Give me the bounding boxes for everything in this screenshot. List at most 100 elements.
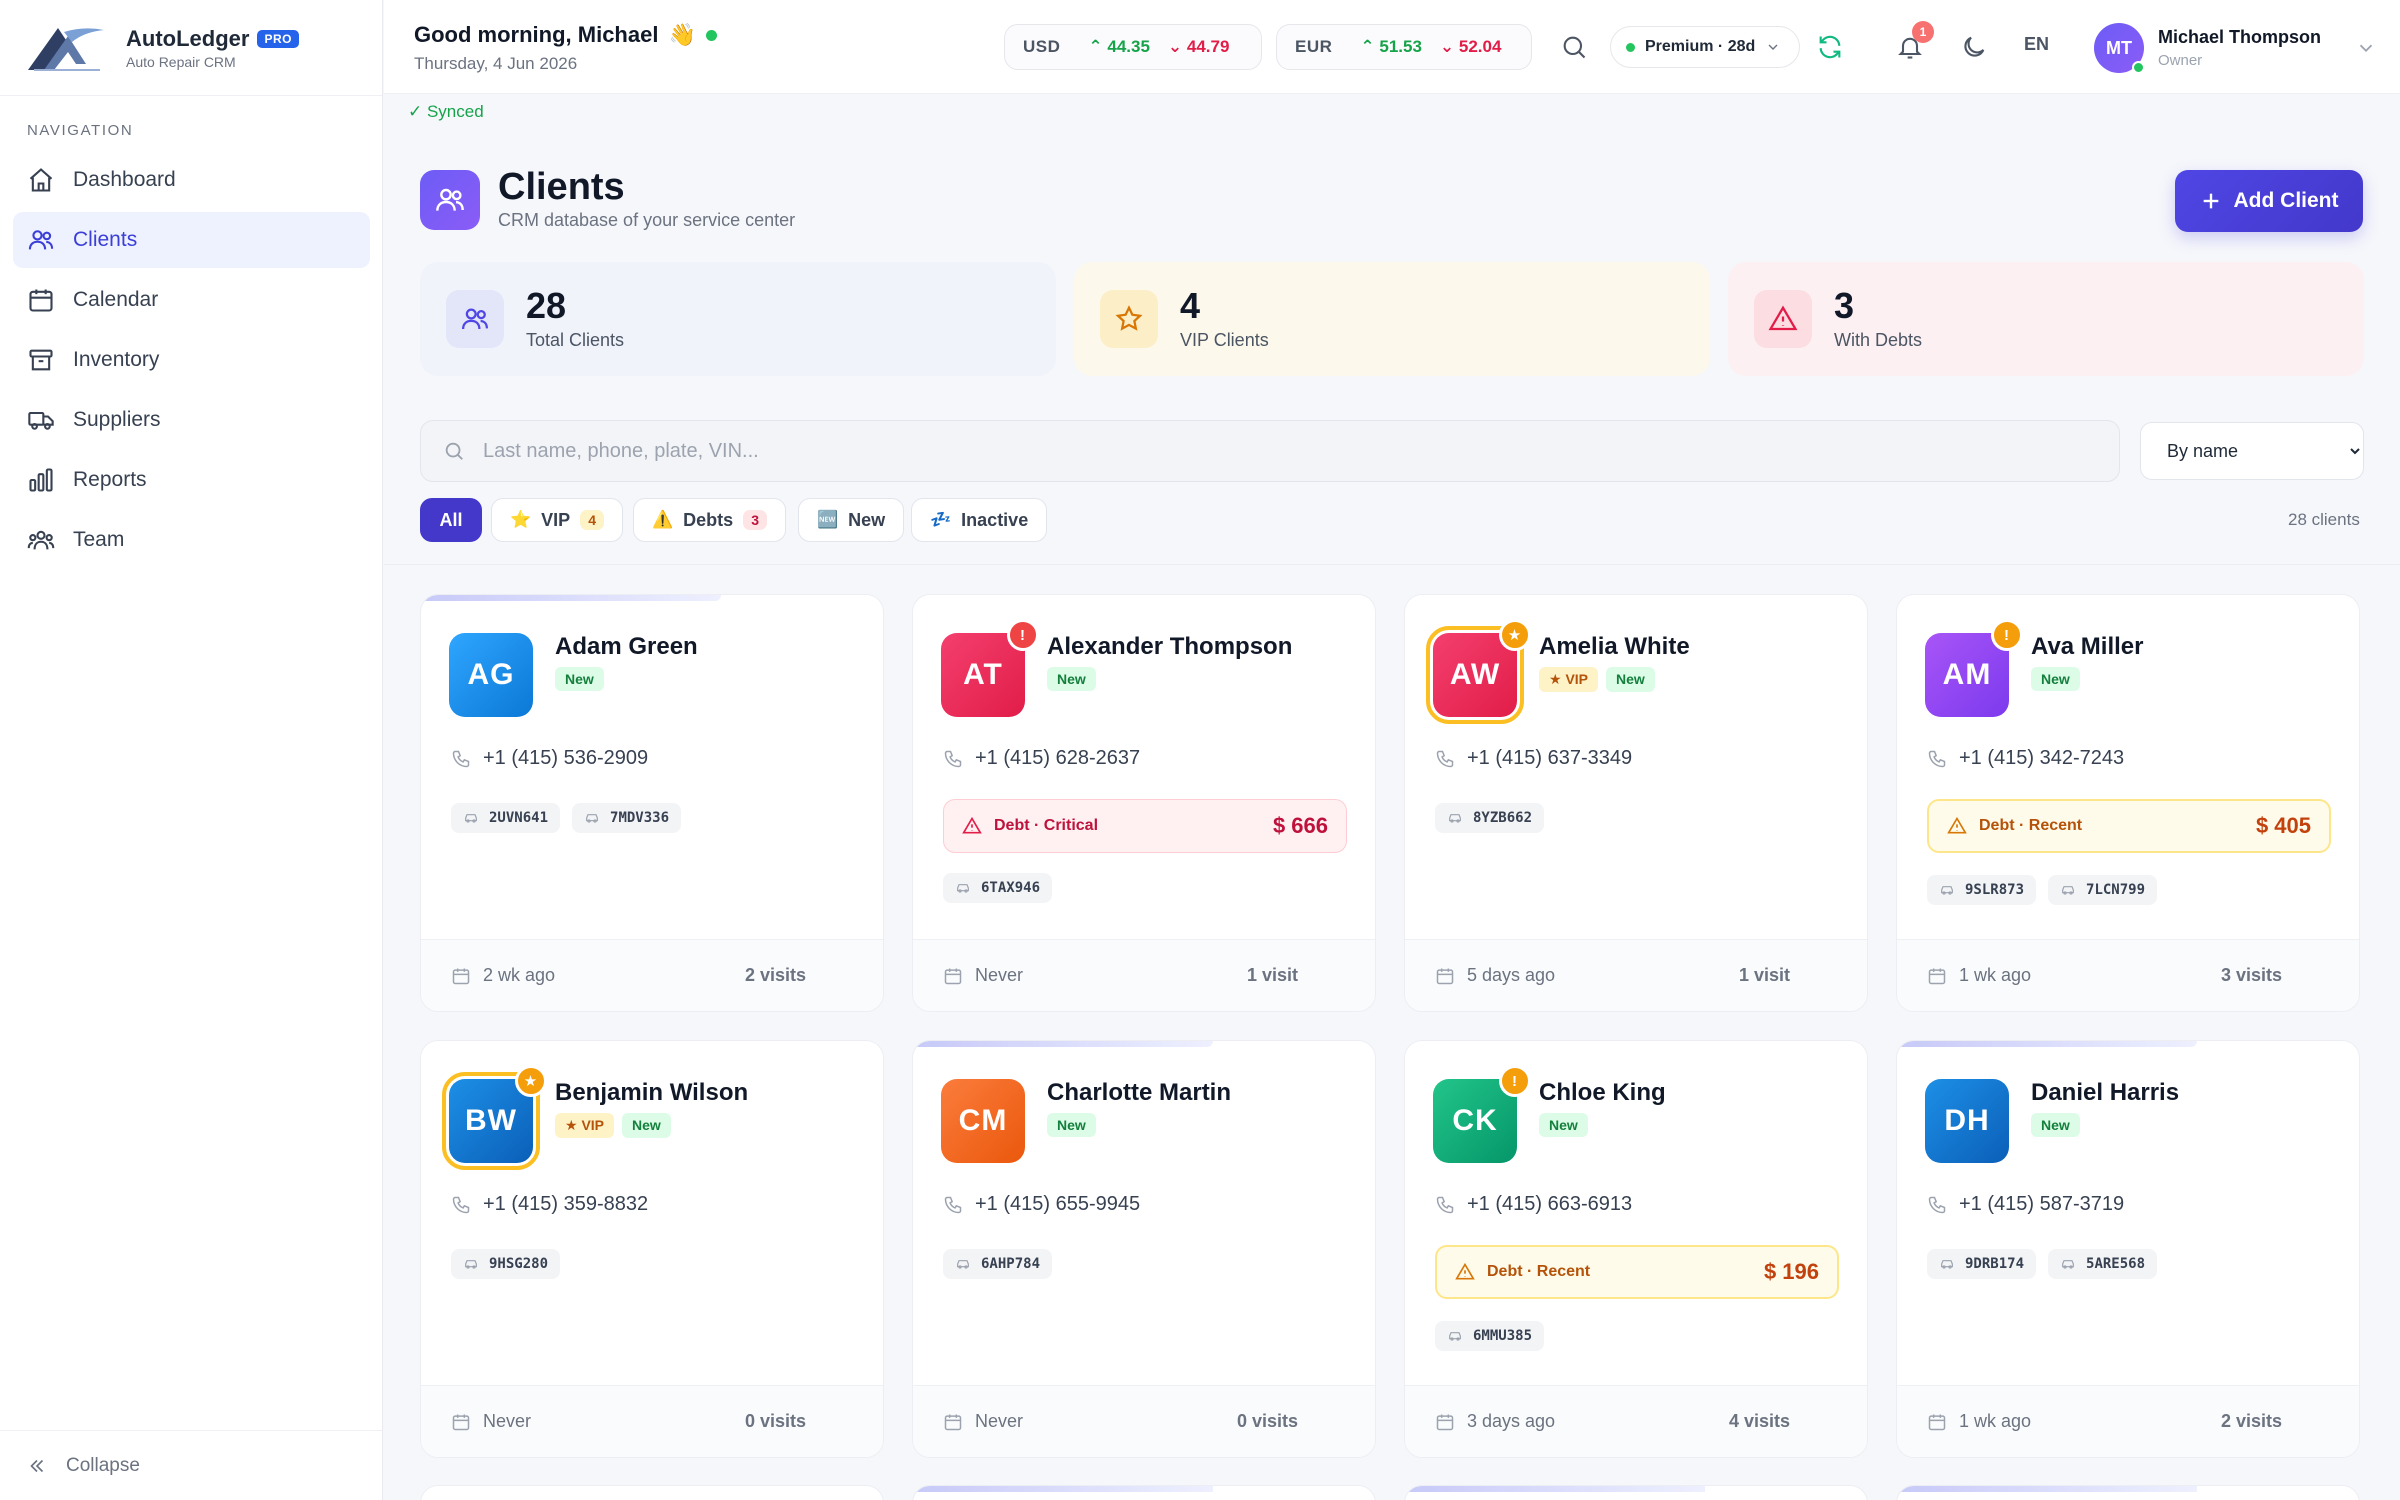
avatar: AM ! <box>1925 619 2023 717</box>
search-box[interactable] <box>420 420 2120 482</box>
user-role: Owner <box>2158 52 2203 69</box>
stat-with-debts[interactable]: 3 With Debts <box>1728 262 2364 376</box>
vehicle-plate[interactable]: 9SLR873 <box>1927 875 2037 905</box>
sidebar-item-clients[interactable]: Clients <box>13 212 370 268</box>
client-card-partial[interactable] <box>1404 1485 1868 1500</box>
client-card[interactable]: BW ★ Benjamin Wilson ★ VIP New +1 (415) … <box>420 1040 884 1458</box>
theme-toggle-button[interactable] <box>1954 27 1994 67</box>
stat-total-clients[interactable]: 28 Total Clients <box>420 262 1056 376</box>
vehicle-plate[interactable]: 7LCN799 <box>2048 875 2158 905</box>
card-accent-bar <box>1405 1486 1705 1492</box>
greeting: Good morning, Michael <box>414 22 659 47</box>
client-phone[interactable]: +1 (415) 628-2637 <box>943 747 1140 770</box>
refresh-button[interactable] <box>1810 27 1850 67</box>
search-button[interactable] <box>1554 27 1594 67</box>
debt-alert-icon: ! <box>1007 619 1039 651</box>
premium-plan-button[interactable]: Premium · 28d <box>1610 26 1800 68</box>
page-icon <box>420 170 480 230</box>
client-card[interactable]: CK ! Chloe King New +1 (415) 663-6913 De… <box>1404 1040 1868 1458</box>
visit-count: 3 visits <box>2220 965 2282 985</box>
debt-alert[interactable]: Debt · Recent $ 196 <box>1435 1245 1839 1299</box>
user-menu[interactable]: MT Michael Thompson Owner <box>2094 20 2377 76</box>
filter-new[interactable]: 🆕 New <box>798 498 905 542</box>
client-phone[interactable]: +1 (415) 637-3349 <box>1435 747 1632 770</box>
premium-label: Premium · 28d <box>1645 38 1756 55</box>
client-name: Charlotte Martin <box>1047 1079 1232 1106</box>
card-footer: 1 wk ago 2 visits <box>1897 1385 2359 1457</box>
sidebar-item-suppliers[interactable]: Suppliers <box>13 392 370 448</box>
vehicle-plate[interactable]: 9HSG280 <box>451 1249 561 1279</box>
notifications-button[interactable]: 1 <box>1890 21 1934 67</box>
client-card-partial[interactable] <box>420 1485 884 1500</box>
vehicle-plate[interactable]: 6AHP784 <box>943 1249 1053 1279</box>
last-visit: Never <box>975 965 1024 985</box>
client-card[interactable]: AT ! Alexander Thompson New +1 (415) 628… <box>912 594 1376 1012</box>
debt-alert[interactable]: Debt · Recent $ 405 <box>1927 799 2331 853</box>
client-count: 28 clients <box>2288 510 2360 529</box>
phone-number: +1 (415) 637-3349 <box>1467 747 1633 769</box>
client-card-partial[interactable] <box>1896 1485 2360 1500</box>
phone-number: +1 (415) 359-8832 <box>483 1193 649 1215</box>
client-card[interactable]: CM Charlotte Martin New +1 (415) 655-994… <box>912 1040 1376 1458</box>
collapse-button[interactable]: Collapse <box>0 1430 383 1500</box>
debt-alert[interactable]: Debt · Critical $ 666 <box>943 799 1347 853</box>
client-card-partial[interactable] <box>912 1485 1376 1500</box>
card-accent-bar <box>913 1041 1213 1047</box>
filter-all[interactable]: All <box>420 498 482 542</box>
client-card[interactable]: AG Adam Green New +1 (415) 536-2909 2UVN… <box>420 594 884 1012</box>
client-card[interactable]: AM ! Ava Miller New +1 (415) 342-7243 De… <box>1896 594 2360 1012</box>
debt-amount: $ 405 <box>2255 813 2311 838</box>
stat-vip-clients[interactable]: 4 VIP Clients <box>1074 262 1710 376</box>
client-phone[interactable]: +1 (415) 536-2909 <box>451 747 648 770</box>
client-phone[interactable]: +1 (415) 359-8832 <box>451 1193 648 1216</box>
vehicle-plate[interactable]: 9DRB174 <box>1927 1249 2037 1279</box>
rate-buy: 44.35 <box>1107 37 1150 56</box>
vehicle-plate[interactable]: 8YZB662 <box>1435 803 1545 833</box>
vehicle-plate[interactable]: 2UVN641 <box>451 803 561 833</box>
filter-debts[interactable]: ⚠️ Debts 3 <box>633 498 786 542</box>
vehicle-plate[interactable]: 6TAX946 <box>943 873 1053 903</box>
sidebar-item-dashboard[interactable]: Dashboard <box>13 152 370 208</box>
sidebar-item-label: Calendar <box>73 288 159 311</box>
client-phone[interactable]: +1 (415) 342-7243 <box>1927 747 2124 770</box>
card-accent-bar <box>913 1486 1213 1492</box>
client-phone[interactable]: +1 (415) 587-3719 <box>1927 1193 2124 1216</box>
home-icon <box>29 168 53 192</box>
avatar: AW ★ <box>1426 619 1531 724</box>
language-switcher[interactable]: EN <box>2024 34 2049 55</box>
brand[interactable]: AutoLedger PRO Auto Repair CRM <box>0 0 382 96</box>
phone-number: +1 (415) 655-9945 <box>975 1193 1141 1215</box>
vehicle-plate[interactable]: 7MDV336 <box>572 803 682 833</box>
card-footer: 2 wk ago 2 visits <box>421 939 883 1011</box>
client-card[interactable]: AW ★ Amelia White ★ VIP New +1 (415) 637… <box>1404 594 1868 1012</box>
new-tag: New <box>2031 1113 2080 1137</box>
star-icon: ★ <box>565 1117 582 1133</box>
sidebar-item-label: Reports <box>73 468 147 491</box>
visit-count: 0 visits <box>1236 1411 1298 1431</box>
sidebar-item-team[interactable]: Team <box>13 512 370 568</box>
rate-eur[interactable]: EUR ⌃ 51.53 ⌄ 52.04 <box>1276 24 1532 70</box>
truck-icon <box>28 411 54 430</box>
brand-logo-icon <box>28 27 104 71</box>
sort-select[interactable]: By name <box>2140 422 2364 480</box>
client-phone[interactable]: +1 (415) 663-6913 <box>1435 1193 1632 1216</box>
car-icon <box>2062 1260 2074 1269</box>
client-phone[interactable]: +1 (415) 655-9945 <box>943 1193 1140 1216</box>
phone-number: +1 (415) 663-6913 <box>1467 1193 1633 1215</box>
sidebar-item-calendar[interactable]: Calendar <box>13 272 370 328</box>
rate-usd[interactable]: USD ⌃ 44.35 ⌄ 44.79 <box>1004 24 1262 70</box>
filter-inactive[interactable]: 💤 Inactive <box>911 498 1048 542</box>
search-input[interactable] <box>483 439 2083 463</box>
vip-star-icon: ★ <box>1499 619 1531 651</box>
vehicle-plate[interactable]: 5ARE568 <box>2048 1249 2158 1279</box>
last-visit: 3 days ago <box>1467 1411 1556 1431</box>
filter-vip[interactable]: ⭐ VIP 4 <box>491 498 623 542</box>
phone-icon <box>1928 1196 1946 1213</box>
client-card[interactable]: DH Daniel Harris New +1 (415) 587-3719 9… <box>1896 1040 2360 1458</box>
vehicle-plate[interactable]: 6MMU385 <box>1435 1321 1545 1351</box>
new-tag: New <box>1047 1113 1096 1137</box>
sidebar-item-inventory[interactable]: Inventory <box>13 332 370 388</box>
sidebar-item-reports[interactable]: Reports <box>13 452 370 508</box>
add-client-button[interactable]: Add Client <box>2175 170 2363 232</box>
phone-number: +1 (415) 536-2909 <box>483 747 649 769</box>
